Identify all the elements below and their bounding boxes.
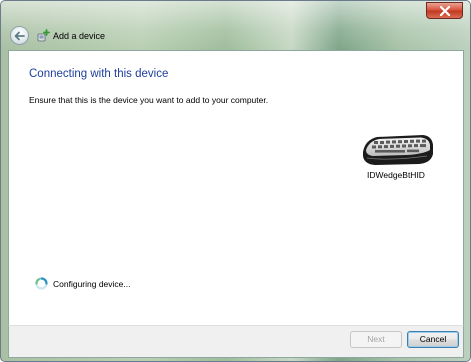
page-heading: Connecting with this device — [29, 68, 169, 80]
title-bar — [1, 1, 470, 49]
cancel-button[interactable]: Cancel — [407, 331, 459, 348]
keyboard-icon — [363, 135, 433, 165]
close-button[interactable] — [426, 2, 463, 19]
instruction-text: Ensure that this is the device you want … — [29, 95, 269, 105]
back-button[interactable] — [10, 26, 29, 45]
next-button[interactable]: Next — [350, 331, 402, 348]
back-arrow-icon — [14, 31, 25, 40]
status-text: Configuring device... — [53, 279, 131, 289]
window-title: Add a device — [53, 31, 106, 41]
busy-spinner-icon — [35, 277, 48, 290]
add-device-icon — [37, 29, 50, 42]
dialog-window: Add a device Connecting with this device… — [0, 0, 471, 362]
close-icon — [439, 5, 450, 16]
device-name: IDWedgeBtHID — [367, 170, 425, 180]
